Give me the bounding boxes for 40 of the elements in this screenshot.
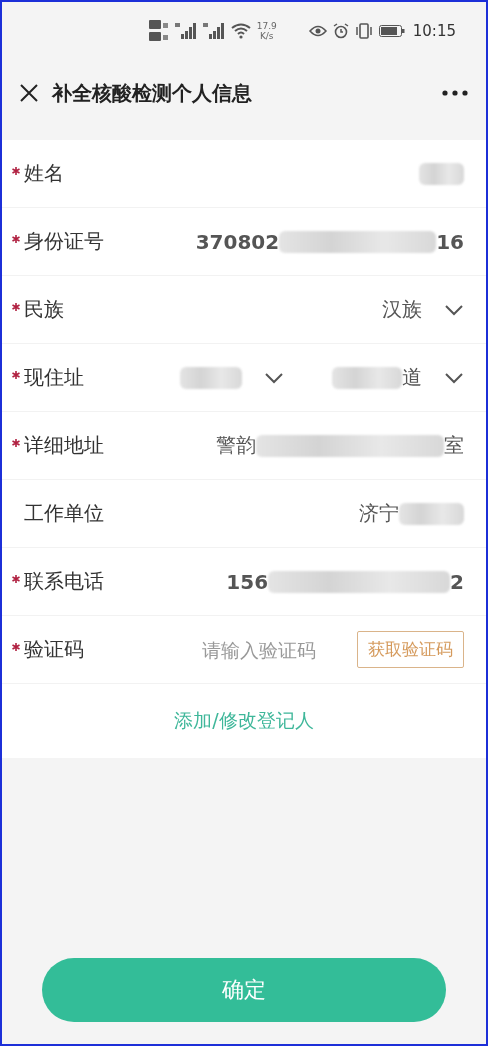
signal-icon — [202, 23, 225, 39]
battery-icon — [378, 25, 405, 37]
field-label: 联系电话 — [24, 568, 104, 595]
page-title: 补全核酸检测个人信息 — [52, 79, 253, 107]
field-value: 汉族 — [382, 296, 422, 323]
field-label: 身份证号 — [24, 228, 104, 255]
network-speed: 17.9 — [256, 21, 277, 31]
field-label: 验证码 — [24, 636, 84, 663]
field-label: 工作单位 — [24, 500, 104, 527]
get-code-button[interactable]: 获取验证码 — [357, 631, 464, 668]
field-label: 现住址 — [24, 364, 84, 391]
vibrate-icon — [354, 23, 373, 39]
field-label: 姓名 — [24, 160, 64, 187]
field-label: 民族 — [24, 296, 64, 323]
close-icon[interactable] — [20, 84, 38, 102]
confirm-button[interactable]: 确定 — [42, 958, 446, 1022]
field-value: 济宁 — [359, 500, 399, 527]
speed-unit: K/s — [259, 31, 274, 41]
code-input-field[interactable]: 请输入验证码 — [200, 637, 339, 662]
chevron-down-icon — [444, 371, 464, 384]
edit-registrant-link[interactable]: 添加/修改登记人 — [174, 708, 314, 734]
field-value: 警韵 — [216, 432, 256, 459]
sim-card-icon — [148, 19, 169, 43]
field-label: 详细地址 — [24, 432, 104, 459]
alarm-icon — [332, 23, 349, 39]
redacted-value — [332, 366, 402, 389]
field-value: 370802 — [195, 229, 280, 254]
field-value: 道 — [402, 364, 422, 391]
signal-icon — [174, 23, 197, 39]
clock-time: 10:15 — [412, 22, 456, 40]
more-icon[interactable] — [442, 90, 468, 96]
field-value: 156 — [226, 569, 269, 594]
wifi-icon — [230, 23, 251, 39]
redacted-value — [180, 366, 242, 389]
chevron-down-icon — [444, 303, 464, 316]
field-value: 2 — [450, 569, 464, 594]
field-value: 16 — [436, 229, 464, 254]
eye-icon — [308, 25, 327, 37]
field-value: 室 — [444, 432, 464, 459]
chevron-down-icon — [264, 371, 284, 384]
